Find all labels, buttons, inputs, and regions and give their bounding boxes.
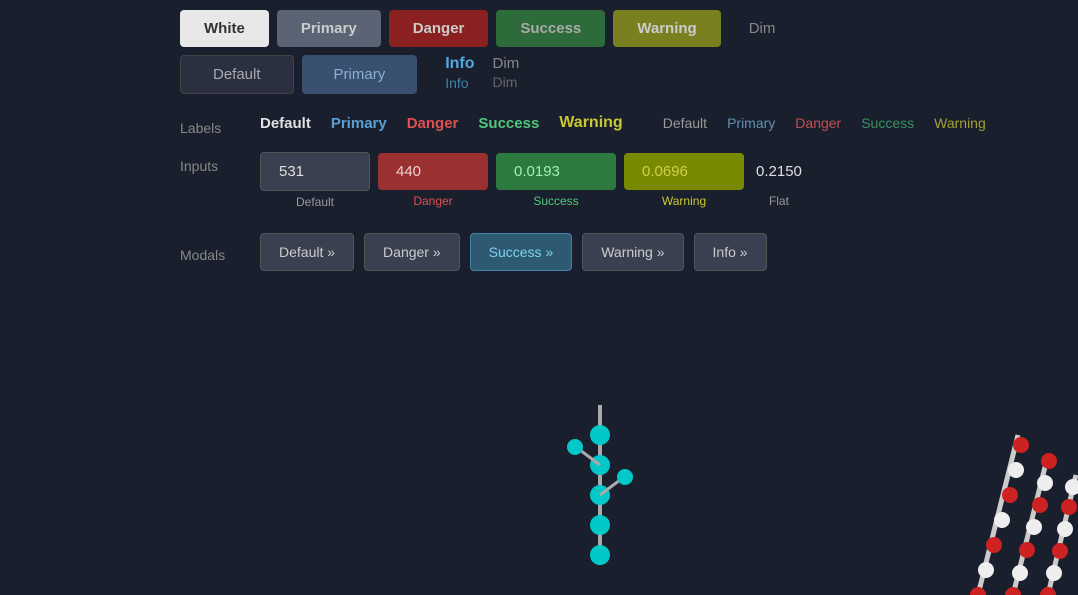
input-flat-col: 0.2150 Flat	[752, 153, 806, 208]
modal-info-button[interactable]: Info »	[694, 233, 767, 271]
scene-area	[0, 395, 1078, 595]
labels-section: Labels Default Primary Danger Success Wa…	[180, 114, 1078, 136]
label-warning: Warning	[559, 114, 622, 132]
input-default-col: Default	[260, 152, 370, 209]
success-button-top[interactable]: Success	[496, 10, 605, 47]
labels-group: Default Primary Danger Success Warning D…	[260, 114, 986, 132]
label-success-dim: Success	[861, 115, 914, 131]
label-primary-dim: Primary	[727, 115, 775, 131]
sticks-right-svg	[948, 395, 1078, 595]
input-success-col: Success	[496, 153, 616, 208]
label-primary: Primary	[331, 115, 387, 132]
danger-button-top[interactable]: Danger	[389, 10, 489, 47]
label-danger: Danger	[407, 115, 459, 132]
input-warning-col: Warning	[624, 153, 744, 208]
dim-column: Dim	[749, 20, 776, 37]
inputs-group: Default Danger Success Warning 0.2150 Fl…	[260, 152, 806, 217]
input-warning-label: Warning	[662, 194, 706, 208]
input-default-label: Default	[296, 195, 334, 209]
inputs-row-1: Default Danger Success Warning 0.2150 Fl…	[260, 152, 806, 209]
input-flat-value: 0.2150	[752, 153, 806, 190]
modal-warning-button[interactable]: Warning »	[582, 233, 683, 271]
input-default[interactable]	[260, 152, 370, 191]
input-success[interactable]	[496, 153, 616, 190]
input-flat-label: Flat	[769, 194, 789, 208]
info-label-dim: Info	[445, 75, 474, 91]
label-danger-dim: Danger	[795, 115, 841, 131]
input-danger-label: Danger	[413, 194, 452, 208]
top-buttons-row: White Primary Danger Success Warning Dim	[180, 0, 1078, 55]
dim-label-3: Dim	[493, 74, 520, 90]
label-warning-dim: Warning	[934, 115, 986, 131]
label-success: Success	[478, 115, 539, 132]
modals-section: Modals Default » Danger » Success » Warn…	[180, 233, 1078, 271]
input-danger-col: Danger	[378, 153, 488, 208]
label-default: Default	[260, 115, 311, 132]
dim-label-1: Dim	[749, 20, 776, 37]
label-default-dim: Default	[663, 115, 707, 131]
primary-button-top[interactable]: Primary	[277, 10, 381, 47]
dim-label-2: Dim	[493, 55, 520, 72]
modal-danger-button[interactable]: Danger »	[364, 233, 460, 271]
input-success-label: Success	[533, 194, 578, 208]
input-danger[interactable]	[378, 153, 488, 190]
inputs-title: Inputs	[180, 152, 260, 174]
modals-title: Modals	[180, 241, 260, 263]
default-button[interactable]: Default	[180, 55, 294, 94]
modal-success-button[interactable]: Success »	[470, 233, 573, 271]
second-buttons-row: Default Primary Info Info Dim Dim	[180, 55, 1078, 94]
white-button[interactable]: White	[180, 10, 269, 47]
molecule-center-svg	[560, 405, 640, 565]
modals-group: Default » Danger » Success » Warning » I…	[260, 233, 767, 271]
labels-title: Labels	[180, 114, 260, 136]
warning-button-top[interactable]: Warning	[613, 10, 720, 47]
input-warning[interactable]	[624, 153, 744, 190]
modal-default-button[interactable]: Default »	[260, 233, 354, 271]
info-label-bold: Info	[445, 55, 474, 73]
inputs-section: Inputs Default Danger Success Warn	[180, 152, 1078, 217]
primary-button-second[interactable]: Primary	[302, 55, 418, 94]
